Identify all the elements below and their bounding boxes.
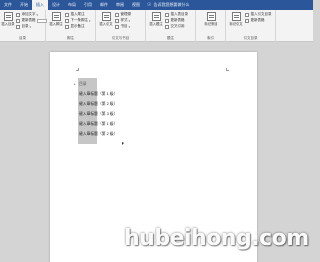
insert-toc-label: 插入目录 <box>1 22 15 26</box>
list-icon <box>16 24 20 29</box>
manage-sources-button[interactable]: 管理源 <box>115 12 131 17</box>
mark-entry-button[interactable]: 标记条目 <box>204 12 218 26</box>
doc-line[interactable]: 键入章标题（第 1 级） <box>79 122 117 127</box>
doc-line[interactable]: 键入章标题（第 2 级） <box>79 132 117 137</box>
lightbulb-icon: ☉ <box>147 2 152 8</box>
group-title-authorities: 引文目录 <box>243 36 258 40</box>
chevron-down-icon: ▾ <box>89 18 91 23</box>
doc-line[interactable]: 键入章标题（第 2 级） <box>79 102 117 107</box>
insert-table-of-figures-button[interactable]: 插入表目录 <box>165 12 188 17</box>
mark-entry-icon <box>206 12 216 21</box>
tell-me-box[interactable]: ☉ 告诉我您想要做什么 <box>147 2 189 8</box>
add-text-button[interactable]: 添加文字 ▾ <box>16 12 38 17</box>
mark-citation-label: 标记引文 <box>229 22 243 26</box>
doc-line[interactable]: 键入章标题（第 1 级） <box>79 92 117 97</box>
collapse-arrow-icon[interactable]: ▸ <box>74 82 76 86</box>
add-text-icon <box>16 12 20 17</box>
bibliography-icon <box>115 24 119 29</box>
manage-sources-icon <box>115 12 119 17</box>
toc-heading[interactable]: 目录 <box>79 82 87 87</box>
tell-me-label: 告诉我您想要做什么 <box>153 2 190 7</box>
tab-view[interactable]: 视图 <box>128 0 144 10</box>
insert-citation-button[interactable]: 插入引文 <box>99 12 113 26</box>
tab-file[interactable]: 文件 <box>0 0 16 10</box>
insert-endnote-button[interactable]: 插入尾注 <box>65 12 85 17</box>
insert-citation-label: 插入引文 <box>99 22 113 26</box>
tab-home[interactable]: 开始 <box>16 0 32 10</box>
mark-entry-label: 标记条目 <box>204 22 218 26</box>
ribbon-tab-bar: 文件 开始 插入 设计 布局 引用 邮件 审阅 视图 ☉ 告诉我您想要做什么 <box>0 0 313 10</box>
tab-design[interactable]: 设计 <box>48 0 64 10</box>
group-title-captions: 题注 <box>167 36 174 40</box>
group-title-index: 索引 <box>207 36 214 40</box>
tab-insert[interactable]: 插入 <box>32 0 48 10</box>
cross-reference-icon <box>165 24 169 29</box>
insert-caption-button[interactable]: 插入题注 <box>149 12 163 26</box>
insert-authorities-button[interactable]: 插入引文目录 <box>245 12 272 17</box>
ribbon-group-citations: 插入引文 管理源 样式 ▾ 书目 ▾ 引文与书目 <box>96 10 146 42</box>
mouse-cursor-icon <box>122 142 124 145</box>
update-authorities-button[interactable]: 更新表格 <box>245 18 265 23</box>
chevron-down-icon: ▾ <box>36 12 39 17</box>
ribbon-group-captions: 插入题注 插入表目录 更新表格 交叉引用 题注 <box>146 10 196 42</box>
next-footnote-icon <box>65 18 69 23</box>
ribbon-group-authorities: 标记引文 插入引文目录 更新表格 引文目录 <box>226 10 276 42</box>
refresh-icon <box>16 18 20 23</box>
endnote-icon <box>65 12 69 17</box>
ribbon-group-index: 标记条目 索引 <box>196 10 226 42</box>
ribbon-group-footnotes: 插入脚注 插入尾注 下一条脚注 ▾ 显示备注 脚注 <box>46 10 96 42</box>
margin-corner-top-right <box>226 68 229 71</box>
show-notes-icon <box>65 24 69 29</box>
authorities-icon <box>245 12 249 17</box>
tab-layout[interactable]: 布局 <box>64 0 80 10</box>
watermark: hubeihong.com <box>124 226 309 251</box>
insert-toc-button[interactable]: 插入目录 <box>1 12 15 26</box>
show-notes-button[interactable]: 显示备注 <box>65 24 85 29</box>
cross-reference-button[interactable]: 交叉引用 <box>165 24 185 29</box>
group-title-citations: 引文与书目 <box>111 36 130 40</box>
chevron-down-icon: ▾ <box>128 18 131 23</box>
chevron-down-icon: ▾ <box>29 24 32 29</box>
margin-corner-top-left <box>76 68 79 71</box>
update-figures-button[interactable]: 更新表格 <box>165 18 185 23</box>
group-title-toc: 目录 <box>19 36 26 40</box>
ribbon-group-toc: 插入目录 添加文字 ▾ 更新表格 目录 ▾ 目录 <box>0 10 47 42</box>
update-table-box <box>36 18 47 23</box>
toc-icon <box>3 12 13 21</box>
mark-citation-icon <box>231 12 241 21</box>
bibliography-button[interactable]: 书目 ▾ <box>115 24 130 29</box>
chevron-down-icon: ▾ <box>128 24 131 29</box>
insert-footnote-label: 插入脚注 <box>49 22 63 26</box>
doc-line[interactable]: 键入章标题（第 3 级） <box>79 112 117 117</box>
style-icon <box>115 18 119 23</box>
next-footnote-button[interactable]: 下一条脚注 ▾ <box>65 18 91 23</box>
caption-icon <box>151 12 161 21</box>
insert-footnote-button[interactable]: 插入脚注 <box>49 12 63 26</box>
refresh-icon <box>165 18 169 23</box>
tab-review[interactable]: 审阅 <box>112 0 128 10</box>
citation-icon <box>101 12 111 21</box>
group-title-footnotes: 脚注 <box>67 36 74 40</box>
refresh-icon <box>245 18 249 23</box>
ribbon: 插入目录 添加文字 ▾ 更新表格 目录 ▾ 目录 插入脚注 插入尾注 下一条脚注 ▾ … <box>0 10 313 42</box>
insert-caption-label: 插入题注 <box>149 22 163 26</box>
tab-references[interactable]: 引用 <box>80 0 96 10</box>
tab-mailings[interactable]: 邮件 <box>96 0 112 10</box>
table-of-figures-icon <box>165 12 169 17</box>
toc-dropdown[interactable]: 目录 ▾ <box>16 24 31 29</box>
style-dropdown[interactable]: 样式 ▾ <box>115 18 130 23</box>
mark-citation-button[interactable]: 标记引文 <box>229 12 243 26</box>
update-table-button[interactable]: 更新表格 <box>16 18 47 23</box>
footnote-icon <box>51 12 61 21</box>
